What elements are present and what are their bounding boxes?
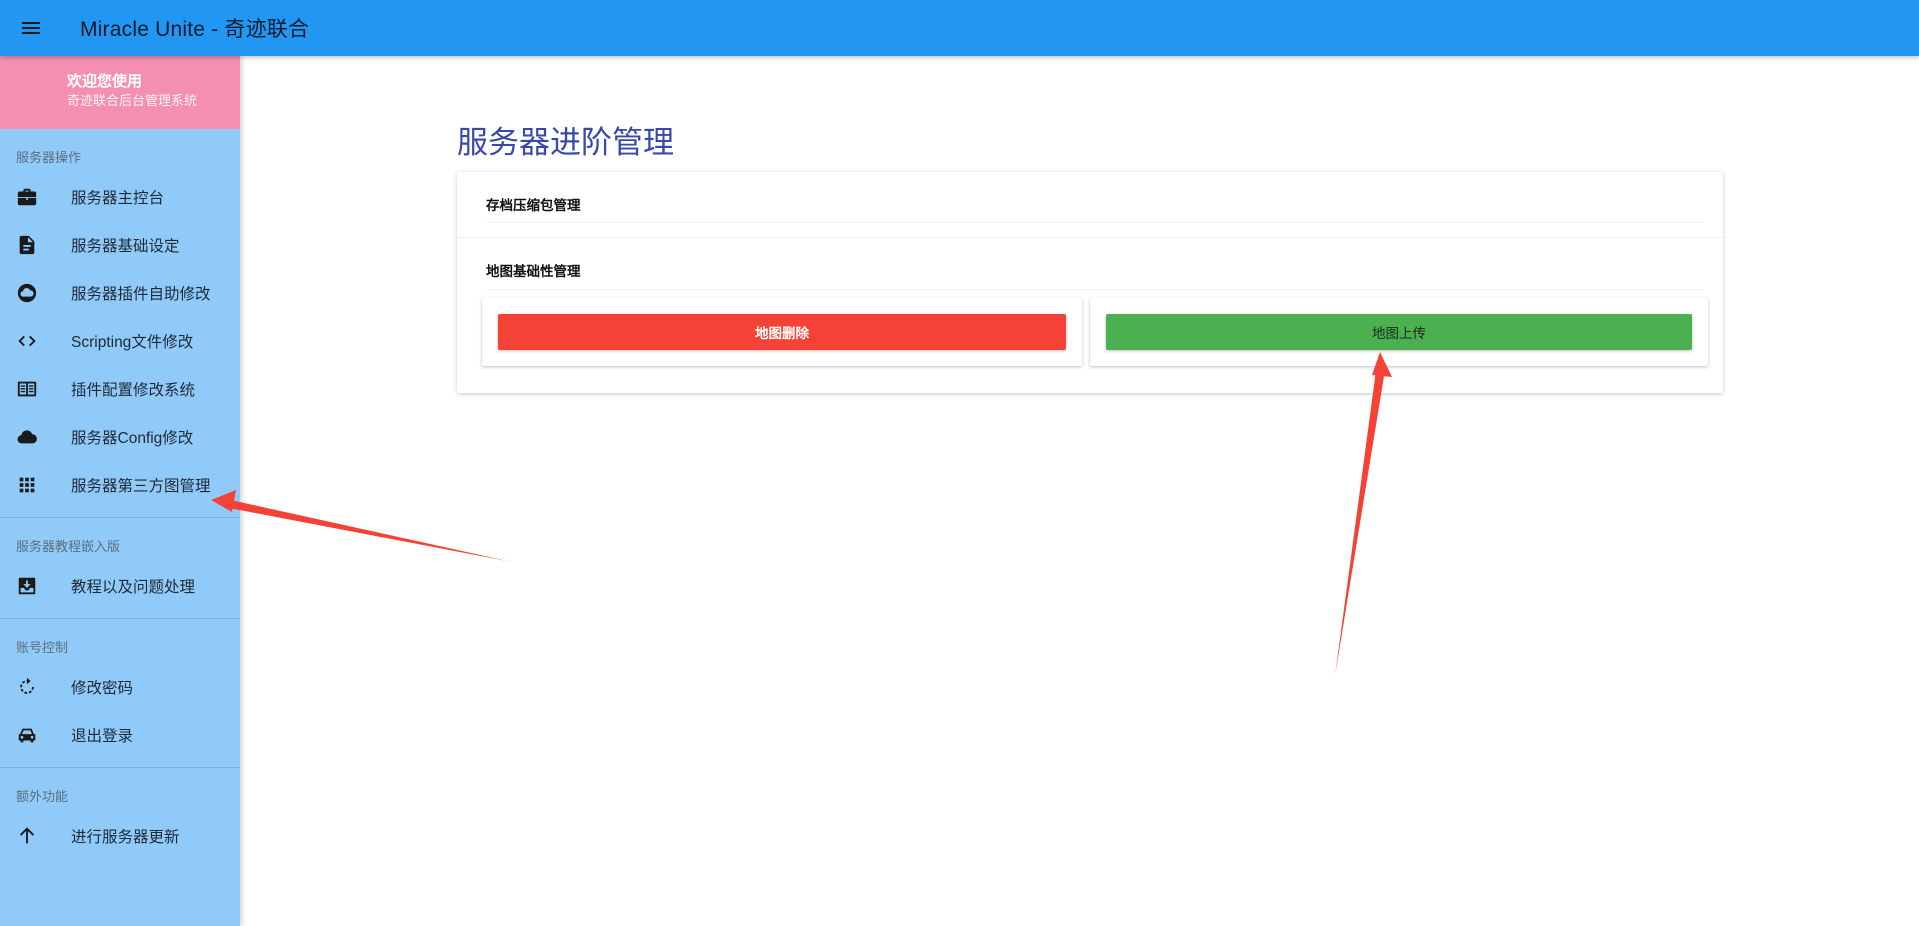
sidebar-item-scripting[interactable]: Scripting文件修改 (0, 317, 240, 365)
sidebar-subheader-server-ops: 服务器操作 (16, 150, 82, 165)
sidebar-subheader-tutorials: 服务器教程嵌入版 (16, 539, 121, 554)
sidebar-item-label: 服务器基础设定 (71, 238, 180, 255)
sidebar-item-plugin-config[interactable]: 插件配置修改系统 (0, 365, 240, 413)
apps-grid-icon (16, 474, 56, 496)
sidebar-subheader-account: 账号控制 (16, 640, 69, 655)
code-icon (16, 330, 56, 352)
document-icon (16, 234, 56, 256)
sidebar-item-label: 退出登录 (71, 728, 134, 745)
sidebar-item-server-config[interactable]: 服务器Config修改 (0, 413, 240, 461)
annotation-overlay (211, 352, 1392, 676)
menu-button[interactable] (0, 0, 62, 56)
sidebar-item-tutorials[interactable]: 教程以及问题处理 (0, 562, 240, 610)
delete-card: 地图删除 (482, 298, 1082, 366)
section-underline (486, 222, 1704, 223)
map-delete-button[interactable]: 地图删除 (498, 314, 1066, 350)
cloud-circle-icon (16, 282, 56, 304)
sidebar-item-label: Scripting文件修改 (71, 334, 194, 351)
sidebar-item-label: 修改密码 (71, 680, 134, 697)
sidebar-item-change-password[interactable]: 修改密码 (0, 663, 240, 711)
sidebar-subheader-extra: 额外功能 (16, 789, 69, 804)
welcome-subtitle: 奇迹联合后台管理系统 (67, 93, 198, 108)
chrome-reader-icon (16, 378, 56, 400)
sidebar-item-label: 进行服务器更新 (71, 829, 180, 846)
sidebar-item-server-console[interactable]: 服务器主控台 (0, 173, 240, 221)
sidebar-item-label: 服务器Config修改 (71, 430, 194, 447)
archive-section[interactable]: 存档压缩包管理 (457, 172, 1723, 238)
archive-icon (16, 575, 56, 597)
welcome-title: 欢迎您使用 (67, 73, 143, 90)
sidebar-item-logout[interactable]: 退出登录 (0, 711, 240, 759)
arrow-up-icon (16, 825, 56, 847)
sidebar-item-label: 教程以及问题处理 (71, 579, 196, 596)
welcome-banner: 欢迎您使用 奇迹联合后台管理系统 (0, 56, 240, 129)
page-title: 服务器进阶管理 (457, 125, 674, 160)
sidebar-item-basic-settings[interactable]: 服务器基础设定 (0, 221, 240, 269)
cloud-icon (16, 426, 56, 448)
briefcase-icon (16, 186, 56, 208)
sidebar-item-plugin-edit[interactable]: 服务器插件自助修改 (0, 269, 240, 317)
app-bar: Miracle Unite - 奇迹联合 (0, 0, 1919, 56)
annotation-arrow-sidebar (211, 490, 512, 562)
sidebar-item-label: 插件配置修改系统 (71, 382, 196, 399)
upload-card: 地图上传 (1090, 298, 1708, 366)
section-header-archive: 存档压缩包管理 (486, 198, 581, 213)
management-panel: 存档压缩包管理 地图基础性管理 地图删除 地图上传 (457, 172, 1723, 393)
section-header-map: 地图基础性管理 (486, 264, 581, 279)
sidebar-item-label: 服务器主控台 (71, 190, 165, 207)
section-underline (486, 289, 1704, 290)
app-title: Miracle Unite - 奇迹联合 (80, 18, 310, 41)
annotation-arrow-upload (1335, 352, 1392, 676)
refresh-icon (16, 676, 56, 698)
sidebar-item-label: 服务器第三方图管理 (71, 478, 211, 495)
sidebar-item-label: 服务器插件自助修改 (71, 286, 211, 303)
map-upload-button[interactable]: 地图上传 (1106, 314, 1692, 350)
menu-icon (22, 22, 40, 34)
car-icon (16, 724, 56, 746)
sidebar-item-third-party-maps[interactable]: 服务器第三方图管理 (0, 461, 240, 509)
sidebar-item-server-update[interactable]: 进行服务器更新 (0, 812, 240, 860)
sidebar: 欢迎您使用 奇迹联合后台管理系统 服务器操作 服务器主控台 服务器基础设定 服务… (0, 56, 240, 926)
